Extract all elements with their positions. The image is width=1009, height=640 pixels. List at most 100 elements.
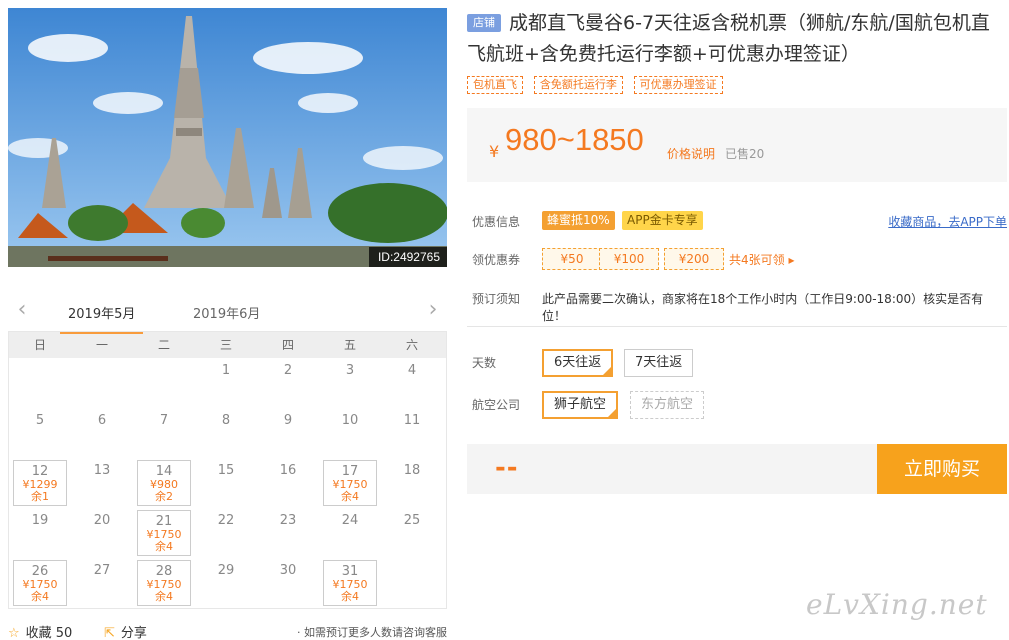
shop-badge[interactable]: 店铺 — [467, 14, 501, 32]
price-range: 980~1850 — [505, 122, 644, 157]
day-number: 28 — [155, 564, 173, 579]
calendar-day: 13 — [71, 458, 133, 508]
day-number: 17 — [341, 464, 359, 479]
sold-count: 已售20 — [725, 147, 765, 161]
weekday-label: 二 — [157, 338, 170, 352]
calendar-day: 10 — [319, 408, 381, 458]
calendar-day: 22 — [195, 508, 257, 558]
calendar-day-available[interactable]: 17 ¥1750 余4 — [323, 460, 377, 506]
days-label: 天数 — [472, 356, 497, 370]
chevron-left-icon[interactable]: ‹ — [12, 299, 32, 321]
chevron-right-icon[interactable]: › — [423, 299, 443, 321]
calendar-day: 1 — [195, 358, 257, 408]
coupon-200[interactable]: ¥200 — [664, 248, 724, 270]
calendar-day: 18 — [381, 458, 443, 508]
day-remaining: 余4 — [155, 540, 173, 553]
day-number: 7 — [159, 413, 169, 428]
star-icon: ☆ — [8, 626, 20, 640]
buy-now-button[interactable]: 立即购买 — [877, 444, 1007, 494]
tab-month-may[interactable]: 2019年5月 — [60, 303, 144, 334]
calendar-day-available[interactable]: 31 ¥1750 余4 — [323, 560, 377, 606]
day-number: 9 — [283, 413, 293, 428]
calendar-day: 9 — [257, 408, 319, 458]
calendar-day-available[interactable]: 12 ¥1299 余1 — [13, 460, 67, 506]
share-icon: ⇱ — [104, 626, 115, 640]
purchase-bar: -- 立即购买 — [467, 444, 1007, 494]
calendar-day: 27 — [71, 558, 133, 608]
day-number: 6 — [97, 413, 107, 428]
coupon-50[interactable]: ¥50 — [542, 248, 602, 270]
coupon-100[interactable]: ¥100 — [599, 248, 659, 270]
airline-label: 航空公司 — [472, 398, 521, 412]
weekday-label: 四 — [281, 338, 294, 352]
share-label: 分享 — [120, 626, 147, 640]
weekday-label: 日 — [33, 338, 46, 352]
tag-item: 可优惠办理签证 — [633, 76, 723, 94]
favorite-button[interactable]: ☆ 收藏 50 — [8, 622, 72, 640]
day-remaining: 余2 — [155, 490, 173, 503]
day-remaining: 余4 — [31, 590, 49, 603]
day-number: 1 — [221, 363, 231, 378]
day-number: 3 — [345, 363, 355, 378]
day-remaining: 余4 — [341, 590, 359, 603]
product-info: 店铺 成都直飞曼谷6-7天往返含税机票（狮航/东航/国航包机直飞航班+含免费托运行… — [467, 8, 1007, 494]
day-number: 25 — [403, 513, 421, 528]
calendar-day: 20 — [71, 508, 133, 558]
day-number: 5 — [35, 413, 45, 428]
favorite-app-link[interactable]: 收藏商品，去APP下单 — [888, 213, 1007, 230]
day-number: 8 — [221, 413, 231, 428]
day-remaining: 余1 — [31, 490, 49, 503]
calendar-days: 1 2 3 4 5 6 7 8 9 10 11 12 ¥1299 余1 13 14 ¥980 余2 15 16 17 ¥1… — [9, 358, 446, 608]
share-button[interactable]: ⇱ 分享 — [104, 622, 147, 640]
image-id-label: ID:2492765 — [368, 247, 447, 267]
weekday-label: 一 — [95, 338, 108, 352]
coupon-more-link[interactable]: 共4张可领 ▸ — [729, 251, 794, 268]
calendar-day-available[interactable]: 26 ¥1750 余4 — [13, 560, 67, 606]
day-number: 11 — [403, 413, 421, 428]
tag-item: 含免额托运行李 — [533, 76, 623, 94]
favorite-count: 收藏 50 — [25, 626, 73, 640]
promo-badge: 蜂蜜抵10% — [542, 211, 615, 230]
price-explanation-link[interactable]: 价格说明 — [667, 145, 715, 162]
calendar-day: 4 — [381, 358, 443, 408]
day-number: 30 — [279, 563, 297, 578]
currency-symbol: ¥ — [489, 142, 500, 161]
calendar-day: 11 — [381, 408, 443, 458]
calendar-day: 16 — [257, 458, 319, 508]
notice-text: 此产品需要二次确认，商家将在18个工作小时内（工作日9:00-18:00）核实是… — [542, 292, 984, 323]
temple-photo — [8, 8, 447, 267]
selected-price: -- — [495, 453, 519, 483]
promo-badge: APP金卡专享 — [622, 211, 703, 230]
divider — [467, 326, 1007, 327]
product-tags: 包机直飞 含免额托运行李 可优惠办理签证 — [467, 76, 1007, 98]
calendar-day: 8 — [195, 408, 257, 458]
calendar-day: 25 — [381, 508, 443, 558]
calendar-day-available[interactable]: 14 ¥980 余2 — [137, 460, 191, 506]
option-lion-air[interactable]: 狮子航空 — [542, 391, 619, 419]
option-china-eastern[interactable]: 东方航空 — [630, 391, 705, 419]
day-number: 13 — [93, 463, 111, 478]
coupon-label: 领优惠券 — [472, 253, 521, 267]
calendar-day: 5 — [9, 408, 71, 458]
day-number: 4 — [407, 363, 417, 378]
calendar-day-available[interactable]: 28 ¥1750 余4 — [137, 560, 191, 606]
calendar-header: ‹ 2019年5月 2019年6月 › — [8, 297, 447, 334]
day-number: 20 — [93, 513, 111, 528]
day-number: 10 — [341, 413, 359, 428]
option-6-days[interactable]: 6天往返 — [542, 349, 614, 377]
day-number: 15 — [217, 463, 235, 478]
date-calendar: ‹ 2019年5月 2019年6月 › 日 一 二 三 四 五 六 123456… — [8, 297, 447, 609]
option-7-days[interactable]: 7天往返 — [624, 349, 694, 377]
calendar-grid: 日 一 二 三 四 五 六 1 2 3 4 5 6 7 8 9 10 11 12 ¥1299 余1 13 14… — [8, 331, 447, 609]
day-number: 21 — [155, 514, 173, 529]
site-watermark: eLvXing.net — [806, 588, 988, 621]
calendar-day: 7 — [133, 408, 195, 458]
weekday-label: 三 — [219, 338, 232, 352]
calendar-day-available[interactable]: 21 ¥1750 余4 — [137, 510, 191, 556]
calendar-day: 29 — [195, 558, 257, 608]
product-actions: ☆ 收藏 50 ⇱ 分享 · 如需预订更多人数请咨询客服 — [8, 620, 447, 640]
tab-month-june[interactable]: 2019年6月 — [185, 303, 268, 330]
day-remaining: 余4 — [341, 490, 359, 503]
calendar-day: 19 — [9, 508, 71, 558]
weekday-label: 五 — [343, 338, 356, 352]
